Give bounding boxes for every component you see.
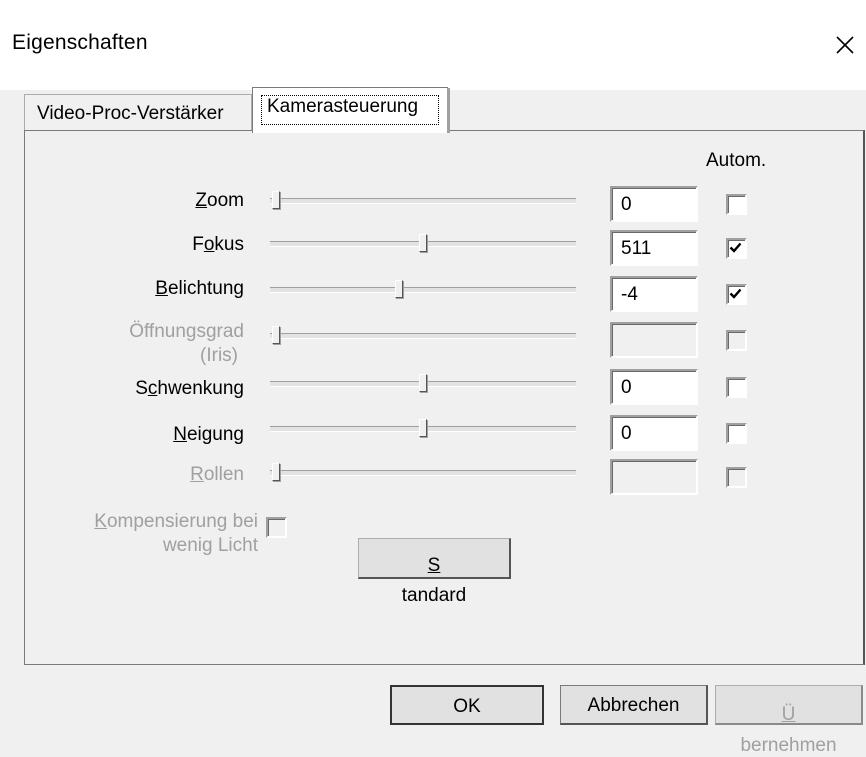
roll-label: Rollen: [190, 464, 244, 485]
iris-value-field: [610, 322, 698, 358]
exposure-value-field[interactable]: -4: [610, 276, 698, 312]
pan-auto-checkbox[interactable]: [726, 377, 747, 398]
focus-value-field[interactable]: 511: [610, 230, 698, 266]
exposure-auto-checkbox[interactable]: [726, 284, 747, 305]
apply-button: Übernehmen: [715, 685, 863, 756]
tilt-auto-checkbox[interactable]: [726, 423, 747, 444]
tab-camera-control[interactable]: Kamerasteuerung: [252, 87, 450, 133]
exposure-slider-thumb[interactable]: [395, 280, 404, 298]
focus-auto-checkbox[interactable]: [726, 238, 747, 259]
focus-slider-thumb[interactable]: [419, 234, 427, 252]
focus-label: Fokus: [192, 234, 244, 255]
tab-video-proc-amp[interactable]: Video-Proc-Verstärker: [24, 94, 252, 131]
iris-label: Öffnungsgrad (Iris): [129, 321, 244, 366]
tilt-label: Neigung: [173, 424, 244, 445]
checkmark-icon: [729, 242, 742, 253]
standard-button[interactable]: Standard: [358, 538, 511, 606]
pan-value-field[interactable]: 0: [610, 369, 698, 405]
roll-auto-checkbox: [726, 467, 747, 488]
zoom-auto-checkbox[interactable]: [726, 194, 747, 215]
low-light-label: Kompensierung bei wenig Licht: [94, 511, 258, 556]
window-title: Eigenschaften: [12, 31, 148, 54]
checkmark-icon: [729, 288, 742, 299]
title-bar: Eigenschaften: [0, 0, 866, 90]
close-button[interactable]: [825, 27, 865, 63]
exposure-slider[interactable]: [270, 287, 576, 293]
low-light-checkbox: [266, 517, 287, 538]
zoom-value-field[interactable]: 0: [610, 186, 698, 222]
pan-label: Schwenkung: [135, 378, 244, 399]
ok-button[interactable]: OK: [390, 685, 544, 725]
zoom-label: Zoom: [195, 190, 244, 211]
exposure-label: Belichtung: [155, 278, 244, 299]
pan-slider-thumb[interactable]: [419, 374, 427, 392]
iris-slider-thumb: [272, 326, 280, 344]
tilt-slider-thumb[interactable]: [419, 419, 427, 437]
zoom-slider[interactable]: [270, 198, 576, 204]
auto-column-header: Autom.: [706, 150, 767, 171]
tilt-value-field[interactable]: 0: [610, 415, 698, 451]
roll-value-field: [610, 459, 698, 495]
roll-slider-thumb: [272, 463, 280, 481]
cancel-button[interactable]: Abbrechen: [560, 685, 708, 725]
zoom-slider-thumb[interactable]: [272, 191, 280, 209]
iris-auto-checkbox: [726, 330, 747, 351]
roll-slider: [270, 470, 576, 476]
tab-label: Video-Proc-Verstärker: [37, 103, 224, 124]
tab-label: Kamerasteuerung: [267, 96, 419, 117]
close-icon: [836, 36, 854, 54]
iris-slider: [270, 333, 576, 339]
